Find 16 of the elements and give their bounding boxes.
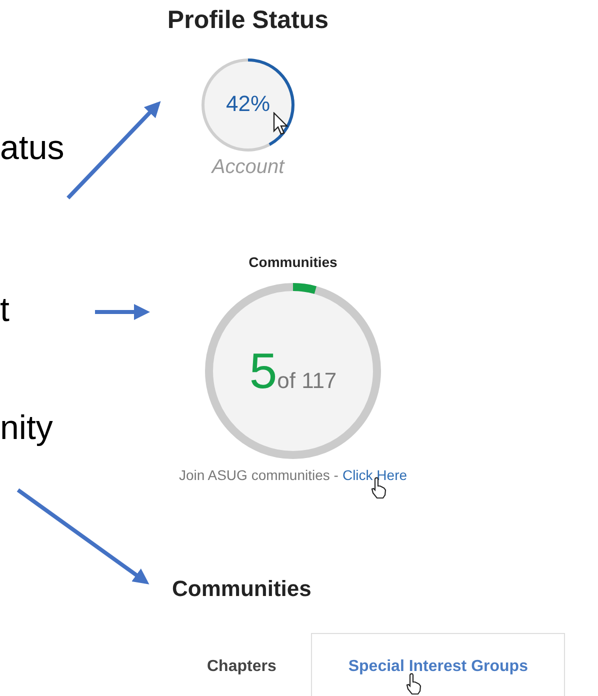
ring-label: Account: [212, 155, 284, 179]
section-title: Profile Status: [167, 5, 329, 36]
count-value: 5: [249, 343, 278, 399]
hand-cursor-icon: [406, 673, 422, 695]
annotation-text: t: [0, 290, 10, 330]
section-title: Communities: [172, 575, 312, 603]
annotation-text: nity: [0, 408, 53, 448]
widget-title: Communities: [248, 253, 338, 271]
arrow: [95, 304, 150, 320]
annotation-text: atus: [0, 128, 64, 168]
click-here-link[interactable]: Click Here: [342, 467, 408, 483]
join-prompt: Join ASUG communities -: [178, 467, 338, 483]
count-total: of 117: [277, 368, 337, 394]
tab[interactable]: Special Interest Groups: [311, 633, 565, 696]
percent-value: 42%: [224, 90, 272, 118]
cursor-icon: [273, 112, 289, 136]
